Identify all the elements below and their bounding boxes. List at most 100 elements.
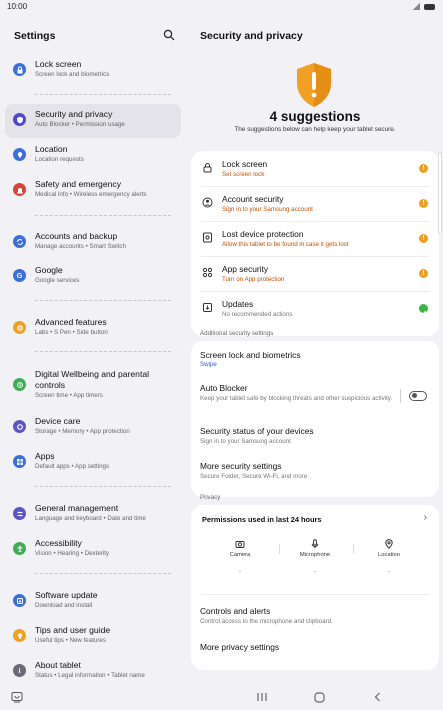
permission-microphone[interactable]: Microphone - <box>280 539 350 575</box>
divider <box>201 594 429 595</box>
item-label: Security status of your devices <box>200 426 314 436</box>
permission-label: Microphone <box>299 552 331 558</box>
update-icon <box>203 303 212 312</box>
screen-lock-biometrics-item[interactable]: Screen lock and biometrics Swipe <box>191 341 439 375</box>
sidebar-item-software-update[interactable]: Software update Download and install <box>5 585 181 619</box>
sidebar-item-sub: Useful tips • New features <box>35 637 106 644</box>
item-sub: Keep your tablet safe by blocking threat… <box>200 395 393 402</box>
sidebar-item-google[interactable]: G Google Google services <box>5 260 181 294</box>
lock-icon <box>203 163 212 173</box>
section-header-additional: Additional security settings <box>200 330 274 337</box>
item-label: Screen lock and biometrics <box>200 350 301 360</box>
security-privacy-panel: Security and privacy 4 suggestions The s… <box>191 14 439 686</box>
update-icon <box>13 594 26 607</box>
item-sub: Swipe <box>200 361 217 368</box>
warning-shield-icon <box>297 63 331 107</box>
sidebar-item-label: Device care <box>35 416 81 426</box>
sidebar-item-label: Accessibility <box>35 538 82 548</box>
divider <box>35 351 171 352</box>
sidebar-item-safety-emergency[interactable]: Safety and emergency Medical info • Wire… <box>5 174 181 208</box>
suggestion-sub: Set screen lock <box>222 171 265 178</box>
sidebar-item-tips-user-guide[interactable]: Tips and user guide Useful tips • New fe… <box>5 620 181 654</box>
auto-blocker-toggle[interactable] <box>409 391 427 401</box>
permissions-header[interactable]: Permissions used in last 24 hours › <box>191 505 439 533</box>
suggestion-label: Lost device protection <box>222 229 304 239</box>
sidebar-item-apps[interactable]: Apps Default apps • App settings <box>5 446 181 480</box>
permission-value: - <box>388 569 390 575</box>
navigation-bar <box>0 686 443 710</box>
sidebar-item-accounts-backup[interactable]: Accounts and backup Manage accounts • Sm… <box>5 226 181 260</box>
warning-badge-icon: ! <box>419 269 428 278</box>
sidebar-item-security-privacy[interactable]: Security and privacy Auto Blocker • Perm… <box>5 104 181 138</box>
sidebar-item-sub: Google services <box>35 277 80 284</box>
divider <box>35 215 171 216</box>
camera-icon <box>235 541 245 548</box>
sidebar-item-location[interactable]: Location Location requests <box>5 139 181 173</box>
controls-alerts-item[interactable]: Controls and alerts Control access to th… <box>191 598 439 632</box>
sidebar-item-label: Digital Wellbeing and parental controls <box>35 369 150 390</box>
warning-badge-icon: ! <box>419 199 428 208</box>
suggestion-updates[interactable]: Updates No recommended actions <box>191 291 439 326</box>
sidebar-item-sub: Location requests <box>35 156 84 163</box>
sync-icon <box>13 235 26 248</box>
sidebar-item-general-management[interactable]: General management Language and keyboard… <box>5 498 181 532</box>
item-label: Controls and alerts <box>200 606 271 616</box>
permission-value: - <box>239 569 241 575</box>
item-sub: Sign in to your Samsung account <box>200 438 291 445</box>
sidebar-item-sub: Medical info • Wireless emergency alerts <box>35 191 147 198</box>
permission-location[interactable]: Location - <box>354 539 424 575</box>
auto-blocker-item[interactable]: Auto Blocker Keep your tablet safe by bl… <box>191 375 439 417</box>
more-security-settings-item[interactable]: More security settings Secure Folder, Se… <box>191 453 439 493</box>
suggestions-card: Lock screen Set screen lock ! Account se… <box>191 151 439 336</box>
chevron-right-icon: › <box>423 512 427 523</box>
warning-badge-icon: ! <box>419 164 428 173</box>
search-icon[interactable] <box>163 29 175 41</box>
sidebar-item-label: Advanced features <box>35 317 107 327</box>
permission-value: - <box>314 569 316 575</box>
suggestion-label: Updates <box>222 299 254 309</box>
sidebar-item-lock-screen[interactable]: Lock screen Screen lock and biometrics <box>5 54 181 88</box>
privacy-card: Permissions used in last 24 hours › Came… <box>191 505 439 670</box>
sidebar-item-sub: Labs • S Pen • Side button <box>35 329 108 336</box>
sidebar-item-sub: Vision • Hearing • Dexterity <box>35 550 110 557</box>
shield-icon <box>13 113 26 126</box>
account-icon <box>202 197 213 208</box>
suggestion-sub: Turn on App protection <box>222 276 285 283</box>
sidebar-item-sub: Status • Legal information • Tablet name <box>35 672 145 679</box>
more-privacy-settings-item[interactable]: More privacy settings <box>191 632 439 666</box>
suggestion-lock-screen[interactable]: Lock screen Set screen lock ! <box>191 151 439 186</box>
sidebar-item-label: Safety and emergency <box>35 179 121 189</box>
check-badge-icon <box>419 304 428 315</box>
scrollbar[interactable] <box>438 152 442 234</box>
sidebar-item-digital-wellbeing[interactable]: Digital Wellbeing and parental controls … <box>5 364 181 408</box>
recent-apps-icon[interactable] <box>256 692 268 702</box>
item-label: More privacy settings <box>200 642 280 652</box>
sidebar-item-accessibility[interactable]: Accessibility Vision • Hearing • Dexteri… <box>5 533 181 567</box>
app-security-icon <box>202 267 213 278</box>
warning-badge-icon: ! <box>419 234 428 243</box>
sidebar-item-label: Accounts and backup <box>35 231 118 241</box>
item-label: More security settings <box>200 461 282 471</box>
divider <box>35 486 171 487</box>
permission-label: Camera <box>229 552 251 558</box>
page-title: Security and privacy <box>200 30 303 42</box>
sidebar-item-sub: Storage • Memory • App protection <box>35 428 130 435</box>
sidebar-item-about-tablet[interactable]: i About tablet Status • Legal informatio… <box>5 655 181 689</box>
suggestion-app-security[interactable]: App security Turn on App protection ! <box>191 256 439 291</box>
info-icon: i <box>13 664 26 677</box>
status-icons <box>412 3 435 10</box>
home-icon[interactable] <box>314 692 325 703</box>
keyboard-toggle-icon[interactable] <box>11 691 23 703</box>
suggestion-lost-device-protection[interactable]: Lost device protection Allow this tablet… <box>191 221 439 256</box>
permission-camera[interactable]: Camera - <box>205 539 275 575</box>
apps-grid-icon <box>13 455 26 468</box>
security-status-devices-item[interactable]: Security status of your devices Sign in … <box>191 419 439 453</box>
sidebar-item-device-care[interactable]: Device care Storage • Memory • App prote… <box>5 411 181 445</box>
battery-icon <box>424 3 435 10</box>
sidebar-item-advanced-features[interactable]: Advanced features Labs • S Pen • Side bu… <box>5 312 181 346</box>
back-icon[interactable] <box>373 692 382 702</box>
item-label: Auto Blocker <box>200 383 248 393</box>
clock: 10:00 <box>7 2 28 11</box>
suggestion-account-security[interactable]: Account security Sign in to your Samsung… <box>191 186 439 221</box>
wellbeing-icon <box>13 378 26 391</box>
